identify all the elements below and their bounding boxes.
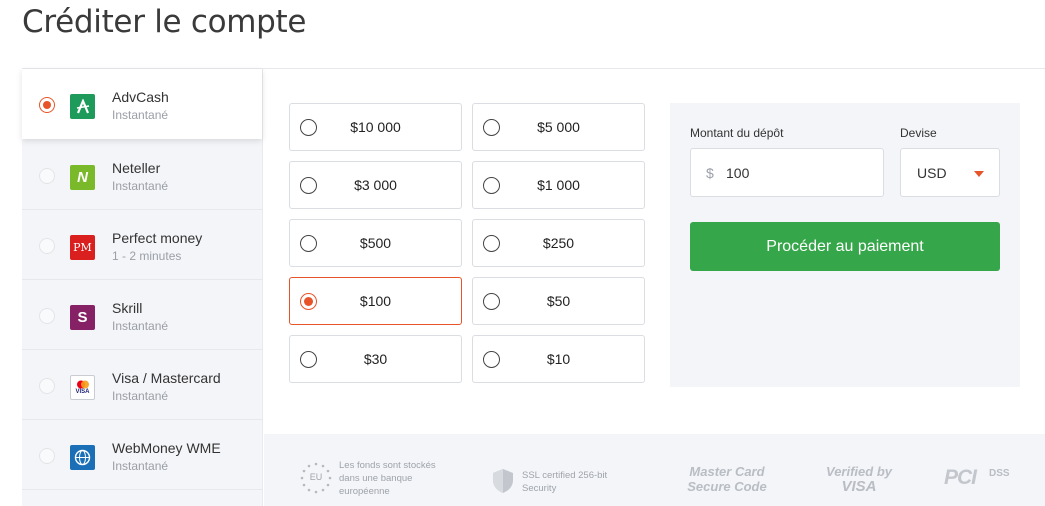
amount-label: $250 <box>542 235 575 251</box>
verified-by-visa-logo: Verified by VISA <box>821 464 897 494</box>
neteller-icon: N <box>70 165 95 190</box>
amount-option[interactable]: $5 000 <box>472 103 645 151</box>
amount-option[interactable]: $500 <box>289 219 462 267</box>
amount-label: $30 <box>363 351 388 367</box>
shield-icon <box>492 468 514 499</box>
method-speed: Instantané <box>112 319 169 333</box>
ssl-security-text: SSL certified 256-bit Security <box>522 470 608 494</box>
method-radio[interactable] <box>39 378 55 394</box>
amount-label: $10 000 <box>350 119 401 135</box>
trust-badges-bar: EU Les fonds sont stockés dans une banqu… <box>264 434 1045 506</box>
visa-text: VISA <box>75 388 90 395</box>
currency-sign: $ <box>706 165 714 181</box>
amount-option[interactable]: $10 000 <box>289 103 462 151</box>
method-radio[interactable] <box>39 238 55 254</box>
dss-text: DSS <box>989 468 1010 479</box>
method-speed: 1 - 2 minutes <box>112 249 182 263</box>
amount-option-selected[interactable]: $100 <box>289 277 462 325</box>
eu-badge-text: EU <box>309 472 323 482</box>
method-skrill[interactable]: S Skrill Instantané <box>22 280 263 350</box>
method-speed: Instantané <box>112 179 169 193</box>
amount-label: $3 000 <box>354 177 397 193</box>
proceed-payment-button[interactable]: Procéder au paiement <box>690 222 1000 271</box>
method-webmoney[interactable]: WebMoney WME Instantané <box>22 420 263 490</box>
skrill-icon: S <box>70 305 95 330</box>
method-name: AdvCash <box>112 89 169 105</box>
method-radio[interactable] <box>39 97 55 113</box>
visa-mastercard-icon: VISA <box>70 375 95 400</box>
method-name: Visa / Mastercard <box>112 370 221 386</box>
verified-line1: Verified by <box>826 464 892 479</box>
method-name: WebMoney WME <box>112 440 221 456</box>
deposit-form: Montant du dépôt Devise $ 100 USD Procéd… <box>670 103 1020 387</box>
method-radio[interactable] <box>39 448 55 464</box>
currency-value: USD <box>917 165 947 181</box>
amount-field-label: Montant du dépôt <box>690 126 784 140</box>
amount-label: $10 <box>546 351 571 367</box>
deposit-amount-input[interactable]: $ 100 <box>690 148 884 197</box>
currency-field-label: Devise <box>900 126 937 140</box>
method-name: Perfect money <box>112 230 203 246</box>
method-radio[interactable] <box>39 308 55 324</box>
amount-option[interactable]: $50 <box>472 277 645 325</box>
webmoney-icon <box>70 445 95 470</box>
deposit-panel: AdvCash Instantané N Neteller Instantané… <box>22 68 1045 506</box>
amount-label: $500 <box>359 235 392 251</box>
method-advcash[interactable]: AdvCash Instantané <box>22 69 262 139</box>
method-speed: Instantané <box>112 389 169 403</box>
method-name: Skrill <box>112 300 143 316</box>
method-speed: Instantané <box>112 459 169 473</box>
method-name: Neteller <box>112 160 161 176</box>
amount-label: $50 <box>546 293 571 309</box>
mastercard-line2: Secure Code <box>687 479 767 494</box>
amount-label: $1 000 <box>537 177 580 193</box>
mastercard-line1: Master Card <box>689 464 765 479</box>
pci-dss-logo: PCI DSS <box>944 466 1024 496</box>
eu-funds-text: Les fonds sont stockés dans une banque e… <box>339 460 436 497</box>
amount-option[interactable]: $3 000 <box>289 161 462 209</box>
amount-option[interactable]: $10 <box>472 335 645 383</box>
payment-methods-sidebar: AdvCash Instantané N Neteller Instantané… <box>22 69 263 506</box>
amount-label: $5 000 <box>537 119 580 135</box>
amount-option[interactable]: $30 <box>289 335 462 383</box>
amount-label: $100 <box>359 293 392 309</box>
eu-stars-icon: EU <box>298 460 334 496</box>
method-speed: Instantané <box>112 108 169 122</box>
currency-select[interactable]: USD <box>900 148 1000 197</box>
method-neteller[interactable]: N Neteller Instantané <box>22 140 263 210</box>
method-perfect-money[interactable]: PM Perfect money 1 - 2 minutes <box>22 210 263 280</box>
method-radio[interactable] <box>39 168 55 184</box>
mastercard-securecode-logo: Master Card Secure Code <box>682 464 772 494</box>
page-title: Créditer le compte <box>22 4 307 40</box>
advcash-icon <box>70 94 95 119</box>
chevron-down-icon <box>974 171 984 177</box>
verified-line2: VISA <box>841 478 877 495</box>
method-visa-mastercard[interactable]: VISA Visa / Mastercard Instantané <box>22 350 263 420</box>
perfect-money-icon: PM <box>70 235 95 260</box>
amount-option[interactable]: $1 000 <box>472 161 645 209</box>
pci-text: PCI <box>944 466 977 489</box>
amount-option[interactable]: $250 <box>472 219 645 267</box>
deposit-amount-value: 100 <box>726 165 750 181</box>
